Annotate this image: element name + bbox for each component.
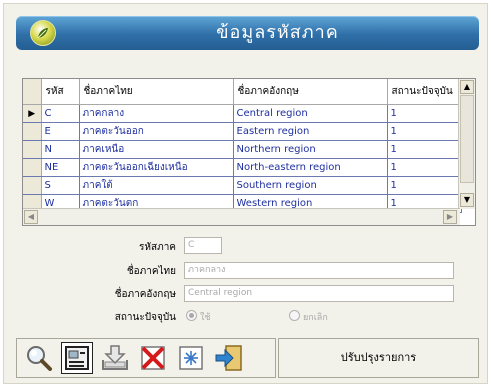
row-selector[interactable] bbox=[23, 176, 42, 195]
cell-status[interactable]: 1 bbox=[387, 122, 462, 141]
cell-code[interactable]: S bbox=[41, 176, 80, 195]
title-banner: ข้อมูลรหัสภาค bbox=[16, 16, 479, 50]
save-download-icon bbox=[102, 345, 128, 370]
radio-dot-icon bbox=[186, 310, 197, 321]
thai-name-field[interactable]: ภาคกลาง bbox=[184, 262, 454, 279]
scroll-left-icon[interactable]: ◀ bbox=[24, 210, 38, 224]
region-table: รหัส ชื่อภาคไทย ชื่อภาคอังกฤษ สถานะปัจจุ… bbox=[23, 79, 462, 213]
horizontal-scrollbar[interactable]: ◀ ▶ bbox=[23, 208, 460, 225]
cell-english-name[interactable]: Eastern region bbox=[233, 122, 388, 141]
column-header-code[interactable]: รหัส bbox=[41, 79, 80, 105]
status-message: ปรับปรุงรายการ bbox=[278, 338, 479, 378]
status-label: สถานะปัจจุบัน bbox=[114, 312, 176, 323]
cell-status[interactable]: 1 bbox=[387, 140, 462, 159]
scroll-right-icon[interactable]: ▶ bbox=[443, 210, 457, 224]
cell-code[interactable]: N bbox=[41, 140, 80, 159]
status-active-radio[interactable]: ใช้ bbox=[186, 310, 211, 324]
cell-thai-name[interactable]: ภาคกลาง bbox=[79, 104, 234, 123]
cell-thai-name[interactable]: ภาคเหนือ bbox=[79, 140, 234, 159]
row-selector[interactable] bbox=[23, 158, 42, 177]
scroll-up-icon[interactable]: ▲ bbox=[460, 80, 474, 94]
cell-code[interactable]: C bbox=[41, 104, 80, 123]
cell-english-name[interactable]: Central region bbox=[233, 104, 388, 123]
new-record-button[interactable] bbox=[175, 342, 207, 374]
exit-icon bbox=[215, 345, 242, 371]
edit-record-icon bbox=[65, 346, 89, 370]
search-icon bbox=[27, 346, 52, 371]
status-cancel-radio[interactable]: ยกเลิก bbox=[289, 310, 328, 324]
region-data-grid[interactable]: รหัส ชื่อภาคไทย ชื่อภาคอังกฤษ สถานะปัจจุ… bbox=[22, 78, 476, 226]
column-header-english-name[interactable]: ชื่อภาคอังกฤษ bbox=[233, 79, 388, 105]
status-cancel-label: ยกเลิก bbox=[303, 313, 328, 323]
cell-english-name[interactable]: North-eastern region bbox=[233, 158, 388, 177]
radio-dot-icon bbox=[289, 310, 300, 321]
save-button[interactable] bbox=[99, 342, 131, 374]
vertical-scrollbar[interactable]: ▲ ▼ bbox=[458, 79, 475, 209]
table-row[interactable]: N ภาคเหนือ Northern region 1 bbox=[23, 140, 462, 159]
search-button[interactable] bbox=[23, 342, 55, 374]
row-selector[interactable] bbox=[23, 122, 42, 141]
scrollbar-thumb[interactable] bbox=[460, 95, 474, 183]
table-header-row: รหัส ชื่อภาคไทย ชื่อภาคอังกฤษ สถานะปัจจุ… bbox=[23, 79, 462, 105]
cell-status[interactable]: 1 bbox=[387, 104, 462, 123]
column-header-thai-name[interactable]: ชื่อภาคไทย bbox=[79, 79, 234, 105]
main-window: ข้อมูลรหัสภาค รหัส ชื่อภาคไทย ชื่อภาคอัง… bbox=[3, 3, 488, 384]
row-selector[interactable] bbox=[23, 140, 42, 159]
cell-thai-name[interactable]: ภาคตะวันออก bbox=[79, 122, 234, 141]
english-name-label: ชื่อภาคอังกฤษ bbox=[114, 289, 176, 300]
cell-code[interactable]: NE bbox=[41, 158, 80, 177]
cell-thai-name[interactable]: ภาคตะวันออกเฉียงเหนือ bbox=[79, 158, 234, 177]
table-row[interactable]: NE ภาคตะวันออกเฉียงเหนือ North-eastern r… bbox=[23, 158, 462, 177]
new-record-icon bbox=[179, 346, 203, 370]
thai-name-label: ชื่อภาคไทย bbox=[126, 266, 176, 277]
page-title: ข้อมูลรหัสภาค bbox=[216, 22, 339, 43]
current-row-indicator[interactable]: ▶ bbox=[23, 104, 42, 123]
delete-button[interactable] bbox=[137, 342, 169, 374]
edit-record-button[interactable] bbox=[61, 342, 93, 374]
cell-thai-name[interactable]: ภาคใต้ bbox=[79, 176, 234, 195]
delete-icon bbox=[141, 346, 165, 370]
cell-english-name[interactable]: Southern region bbox=[233, 176, 388, 195]
english-name-field[interactable]: Central region bbox=[184, 285, 454, 302]
action-toolbar bbox=[16, 338, 276, 378]
cell-code[interactable]: E bbox=[41, 122, 80, 141]
region-code-field[interactable]: C bbox=[184, 237, 222, 254]
column-header-status[interactable]: สถานะปัจจุบัน bbox=[387, 79, 462, 105]
table-row[interactable]: S ภาคใต้ Southern region 1 bbox=[23, 176, 462, 195]
status-active-label: ใช้ bbox=[200, 313, 211, 323]
row-selector-header bbox=[23, 79, 42, 105]
table-row[interactable]: E ภาคตะวันออก Eastern region 1 bbox=[23, 122, 462, 141]
table-row[interactable]: ▶ C ภาคกลาง Central region 1 bbox=[23, 104, 462, 123]
cell-english-name[interactable]: Northern region bbox=[233, 140, 388, 159]
cell-status[interactable]: 1 bbox=[387, 176, 462, 195]
cell-status[interactable]: 1 bbox=[387, 158, 462, 177]
region-code-label: รหัสภาค bbox=[139, 242, 176, 253]
exit-button[interactable] bbox=[213, 342, 245, 374]
scroll-down-icon[interactable]: ▼ bbox=[460, 193, 474, 207]
